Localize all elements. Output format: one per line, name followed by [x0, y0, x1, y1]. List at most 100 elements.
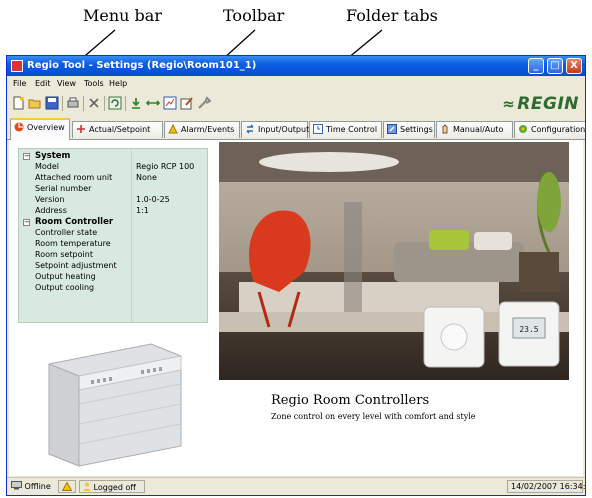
property-value: 1.0-0-25 [136, 195, 170, 204]
datetime-display: 14/02/2007 16:34:26 [507, 480, 585, 493]
download-icon[interactable] [129, 96, 143, 110]
tool-icon[interactable] [197, 96, 211, 110]
setpoint-icon [77, 125, 85, 133]
alarm-status-icon [61, 481, 73, 491]
property-key: Output heating [35, 272, 96, 281]
section-title: Room Controller [35, 217, 114, 227]
regin-logo: ≈ REGIN [502, 94, 579, 114]
tab-label: Input/Output [258, 125, 310, 134]
chart-icon[interactable] [163, 96, 177, 110]
section-title: System [35, 151, 71, 161]
section-room-controller[interactable]: − Room Controller [19, 217, 207, 228]
tab-label: Alarm/Events [181, 125, 235, 134]
property-key: Model [35, 162, 60, 171]
tab-label: Actual/Setpoint [89, 125, 151, 134]
property-value: None [136, 173, 157, 182]
menu-file[interactable]: File [13, 79, 26, 88]
promo-title: Regio Room Controllers [271, 393, 430, 408]
tab-overview[interactable]: Overview [10, 118, 70, 140]
property-row: Address 1:1 [19, 206, 207, 217]
close-button[interactable]: X [566, 58, 582, 74]
tab-label: Settings [400, 125, 433, 134]
regin-logo-mark: ≈ [502, 95, 516, 113]
promo-subtitle: Zone control on every level with comfort… [271, 412, 476, 421]
tab-label: Overview [27, 123, 65, 132]
title-bar[interactable]: Regio Tool - Settings (Regio\Room101_1) … [7, 56, 585, 76]
property-key: Room setpoint [35, 250, 93, 259]
alarm-icon [168, 124, 178, 134]
settings-icon [387, 124, 397, 134]
status-bar: Offline Logged off 14/02/2007 16:34:26 [7, 477, 585, 495]
property-row: Attached room unit None [19, 173, 207, 184]
toolbar-separator [83, 96, 84, 111]
open-icon[interactable] [28, 96, 42, 110]
overview-panel: − System Model Regio RCP 100 Attached roo… [9, 140, 583, 476]
configuration-icon [519, 125, 527, 133]
app-icon [11, 60, 23, 72]
menu-edit[interactable]: Edit [35, 79, 51, 88]
property-key: Serial number [35, 184, 92, 193]
tab-time-control[interactable]: Time Control [309, 121, 382, 138]
window-title: Regio Tool - Settings (Regio\Room101_1) [27, 60, 257, 71]
offline-icon [11, 481, 22, 490]
login-status[interactable]: Logged off [79, 480, 145, 493]
property-key: Output cooling [35, 283, 95, 292]
tab-input-output[interactable]: Input/Output [241, 121, 310, 138]
property-row: Room setpoint [19, 250, 207, 261]
property-value: Regio RCP 100 [136, 162, 195, 171]
app-window: Regio Tool - Settings (Regio\Room101_1) … [6, 55, 586, 496]
property-row: Controller state [19, 228, 207, 239]
menu-bar: File Edit View Tools Help [7, 77, 585, 91]
property-value: 1:1 [136, 206, 149, 215]
property-row: Room temperature [19, 239, 207, 250]
print-icon[interactable] [66, 96, 80, 110]
property-row: Model Regio RCP 100 [19, 162, 207, 173]
tab-actual-setpoint[interactable]: Actual/Setpoint [72, 121, 163, 138]
tab-manual-auto[interactable]: Manual/Auto [436, 121, 513, 138]
room-controllers-photo: 23.5 [219, 142, 569, 380]
refresh-icon[interactable] [108, 96, 122, 110]
tab-label: Time Control [326, 125, 378, 134]
property-key: Room temperature [35, 239, 111, 248]
login-status-label: Logged off [93, 483, 136, 492]
edit-icon[interactable] [180, 96, 194, 110]
new-icon[interactable] [11, 96, 25, 110]
collapse-icon[interactable]: − [23, 153, 30, 160]
property-key: Attached room unit [35, 173, 113, 182]
minimize-button[interactable]: _ [528, 58, 544, 74]
menu-tools[interactable]: Tools [84, 79, 104, 88]
property-key: Controller state [35, 228, 98, 237]
property-key: Version [35, 195, 65, 204]
connect-icon[interactable] [146, 96, 160, 110]
user-icon [83, 482, 91, 491]
tab-configuration[interactable]: Configuration [514, 121, 585, 138]
tab-settings[interactable]: Settings [383, 121, 435, 138]
controller-device-image [48, 343, 182, 467]
io-icon [246, 124, 254, 134]
property-row: Serial number [19, 184, 207, 195]
collapse-icon[interactable]: − [23, 219, 30, 226]
menu-help[interactable]: Help [109, 79, 127, 88]
property-row: Output heating [19, 272, 207, 283]
property-row: Output cooling [19, 283, 207, 294]
delete-icon[interactable] [87, 96, 101, 110]
folder-tabs: Overview Actual/Setpoint Alarm/Events In… [7, 118, 585, 140]
connection-status-label: Offline [24, 482, 51, 491]
tab-alarm-events[interactable]: Alarm/Events [164, 121, 240, 138]
properties-panel: − System Model Regio RCP 100 Attached roo… [18, 148, 208, 323]
folder-tabs-callout: Folder tabs [346, 6, 438, 25]
manual-icon [442, 124, 448, 134]
menu-view[interactable]: View [57, 79, 76, 88]
alarm-status[interactable] [58, 480, 76, 493]
toolbar-callout: Toolbar [223, 6, 285, 25]
overview-icon [14, 122, 24, 132]
menu-bar-callout: Menu bar [83, 6, 162, 25]
connection-status: Offline [11, 481, 51, 493]
section-system[interactable]: − System [19, 151, 207, 162]
regin-logo-text: REGIN [517, 94, 579, 114]
save-icon[interactable] [45, 96, 59, 110]
toolbar-separator [125, 96, 126, 111]
tab-label: Manual/Auto [453, 125, 504, 134]
maximize-button[interactable]: □ [547, 58, 563, 74]
clock-icon [313, 124, 323, 134]
